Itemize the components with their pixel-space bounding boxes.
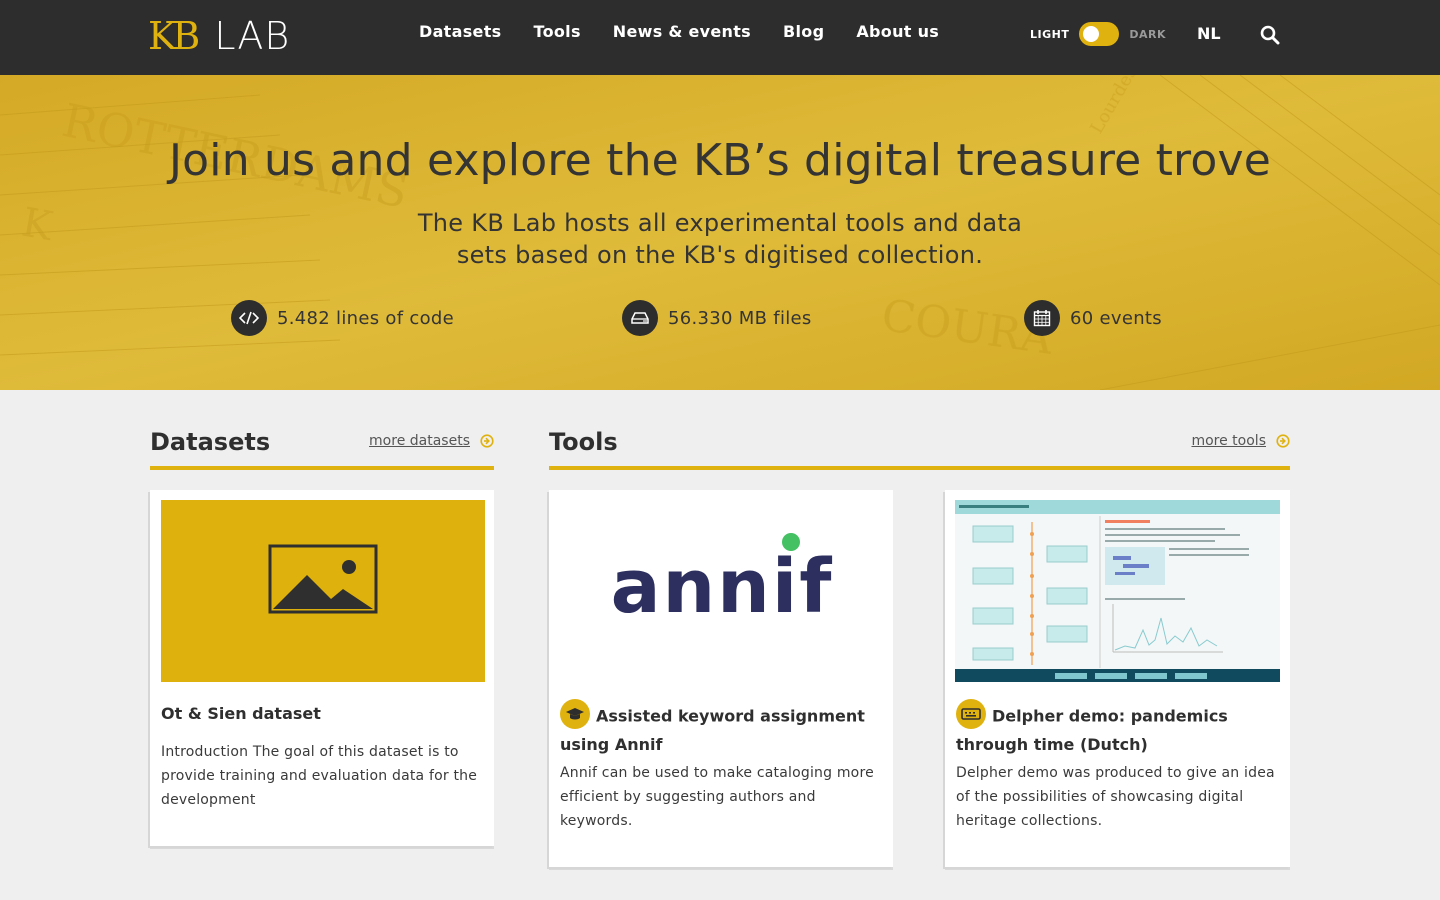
search-icon[interactable] <box>1260 25 1280 45</box>
image-placeholder-icon <box>268 544 378 614</box>
kb-lab-logo[interactable]: KB LAB <box>148 16 290 56</box>
code-icon <box>231 300 267 336</box>
card-title-text: Delpher demo: pandemics through time (Du… <box>956 706 1228 755</box>
card-title[interactable]: Ot & Sien dataset <box>161 701 486 726</box>
stat-events: 60 events <box>1024 300 1162 336</box>
datasets-heading: Datasets <box>150 428 271 456</box>
annif-logo-image: annif <box>560 500 884 682</box>
dataset-card[interactable]: Ot & Sien dataset Introduction The goal … <box>150 490 494 846</box>
nav-news-events[interactable]: News & events <box>613 22 751 41</box>
card-title[interactable]: Assisted keyword assignment using Annif <box>560 699 885 757</box>
card-description: Delpher demo was produced to give an ide… <box>956 765 1275 829</box>
toggle-knob <box>1083 26 1100 42</box>
more-tools-link[interactable]: more tools <box>1191 433 1290 449</box>
stat-label: 5.482 lines of code <box>277 307 455 329</box>
theme-light-label: LIGHT <box>1030 27 1070 41</box>
stat-label: 56.330 MB files <box>668 307 812 329</box>
nav-blog[interactable]: Blog <box>783 22 824 41</box>
more-datasets-link[interactable]: more datasets <box>369 433 494 449</box>
delpher-screenshot-image <box>955 500 1280 682</box>
logo-lab: LAB <box>214 14 291 58</box>
tool-card-annif[interactable]: annif Assisted keyword assignment using … <box>549 490 893 867</box>
calendar-icon <box>1024 300 1060 336</box>
more-tools-label: more tools <box>1191 433 1266 449</box>
theme-toggle[interactable] <box>1079 22 1120 46</box>
hard-drive-icon <box>622 300 658 336</box>
arrow-circle-right-icon <box>1276 434 1290 448</box>
card-description: Introduction The goal of this dataset is… <box>161 744 478 808</box>
nav-datasets[interactable]: Datasets <box>419 22 501 41</box>
annif-logo: annif <box>611 533 834 630</box>
tools-heading: Tools <box>549 428 618 456</box>
theme-dark-label: DARK <box>1129 27 1166 41</box>
more-datasets-label: more datasets <box>369 433 470 449</box>
main-nav: Datasets Tools News & events Blog About … <box>419 22 939 41</box>
graduation-cap-icon <box>560 699 590 729</box>
theme-switcher: LIGHT DARK <box>1030 22 1166 46</box>
tool-card-delpher[interactable]: Delpher demo: pandemics through time (Du… <box>945 490 1290 867</box>
card-description: Annif can be used to make cataloging mor… <box>560 765 874 829</box>
card-title-text: Assisted keyword assignment using Annif <box>560 706 865 755</box>
hero-subtitle: The KB Lab hosts all experimental tools … <box>417 209 1023 269</box>
stat-label: 60 events <box>1070 307 1162 329</box>
nav-tools[interactable]: Tools <box>533 22 580 41</box>
arrow-circle-right-icon <box>480 434 494 448</box>
placeholder-image <box>161 500 485 682</box>
datasets-section-header: Datasets more datasets <box>150 428 494 470</box>
delpher-screenshot <box>955 500 1280 682</box>
keyboard-icon <box>956 699 986 729</box>
hero-title: Join us and explore the KB’s digital tre… <box>168 135 1271 186</box>
logo-kb: KB <box>148 14 200 58</box>
language-switch[interactable]: NL <box>1197 24 1221 43</box>
card-title[interactable]: Delpher demo: pandemics through time (Du… <box>956 699 1281 757</box>
top-navbar: KB LAB Datasets Tools News & events Blog… <box>0 0 1440 75</box>
stat-mb-files: 56.330 MB files <box>622 300 812 336</box>
hero-banner: ROTTERDAMS K COURA Lourdes Join us and e… <box>0 75 1440 390</box>
nav-about-us[interactable]: About us <box>856 22 939 41</box>
tools-section-header: Tools more tools <box>549 428 1290 470</box>
stat-lines-of-code: 5.482 lines of code <box>231 300 454 336</box>
annif-logo-text: annif <box>611 544 834 630</box>
